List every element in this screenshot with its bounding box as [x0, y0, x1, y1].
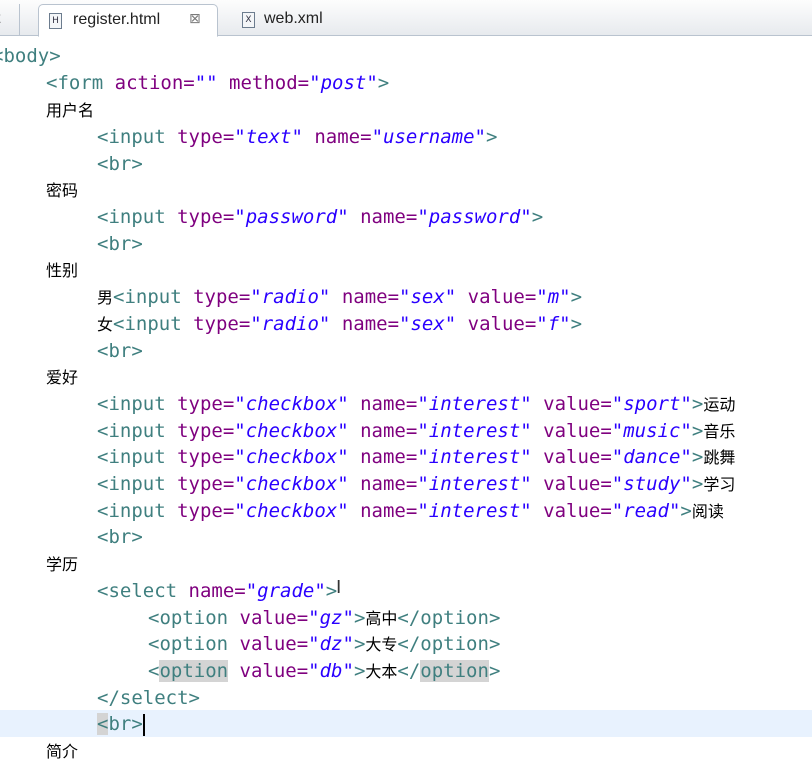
tab-partial[interactable]: t	[0, 4, 20, 35]
code-line: <br>	[97, 153, 143, 175]
html-file-icon: H	[49, 13, 62, 29]
code-line: <br>	[97, 526, 143, 548]
code-editor[interactable]: <body> <form action="" method="post"> 用户…	[0, 36, 812, 767]
code-line: 简介	[46, 742, 79, 761]
code-line: <body>	[0, 43, 61, 70]
code-line: <form action="" method="post">	[46, 72, 390, 94]
code-line-current: <br>	[97, 713, 145, 736]
code-line: <option value="dz">大专</option>	[148, 633, 501, 655]
matched-tag-highlight: option	[420, 660, 489, 682]
code-line: </select>	[97, 687, 200, 709]
tag-body-open: <body>	[0, 45, 61, 67]
text-caret	[142, 713, 145, 736]
code-line: 性别	[46, 261, 79, 280]
code-line: 密码	[46, 181, 79, 200]
matched-tag-highlight: option	[159, 660, 229, 682]
code-line: <br>	[97, 340, 143, 362]
code-line: <input type="checkbox" name="interest" v…	[97, 420, 736, 442]
code-line: <input type="text" name="username">	[97, 126, 498, 148]
tab-label: register.html	[73, 11, 161, 28]
code-line: <option value="gz">高中</option>	[148, 607, 501, 629]
code-line: 女<input type="radio" name="sex" value="f…	[97, 313, 583, 335]
code-line: <br>	[97, 233, 143, 255]
code-line: 用户名	[46, 101, 95, 120]
ibeam-cursor-icon: I	[336, 577, 342, 598]
code-line: <input type="checkbox" name="interest" v…	[97, 446, 736, 468]
code-line: <option value="db">大本</option>	[148, 660, 501, 682]
code-line: <input type="checkbox" name="interest" v…	[97, 473, 736, 495]
code-line: <input type="checkbox" name="interest" v…	[97, 500, 724, 522]
code-line: 爱好	[46, 368, 79, 387]
code-line: 学历	[46, 555, 79, 574]
close-icon[interactable]: ⊠	[189, 11, 201, 27]
code-line: <select name="grade">	[97, 580, 338, 602]
code-line: <input type="password" name="password">	[97, 206, 544, 228]
editor-tab-bar: t H register.html ⊠ X web.xml	[0, 0, 812, 37]
bracket-match-highlight: <	[97, 713, 109, 735]
tab-web-xml[interactable]: X web.xml	[236, 4, 356, 35]
xml-file-icon: X	[242, 12, 255, 28]
code-line: 男<input type="radio" name="sex" value="m…	[97, 286, 583, 308]
tab-label: web.xml	[264, 10, 323, 27]
code-line: <input type="checkbox" name="interest" v…	[97, 393, 736, 415]
tab-register-html[interactable]: H register.html ⊠	[38, 4, 218, 37]
